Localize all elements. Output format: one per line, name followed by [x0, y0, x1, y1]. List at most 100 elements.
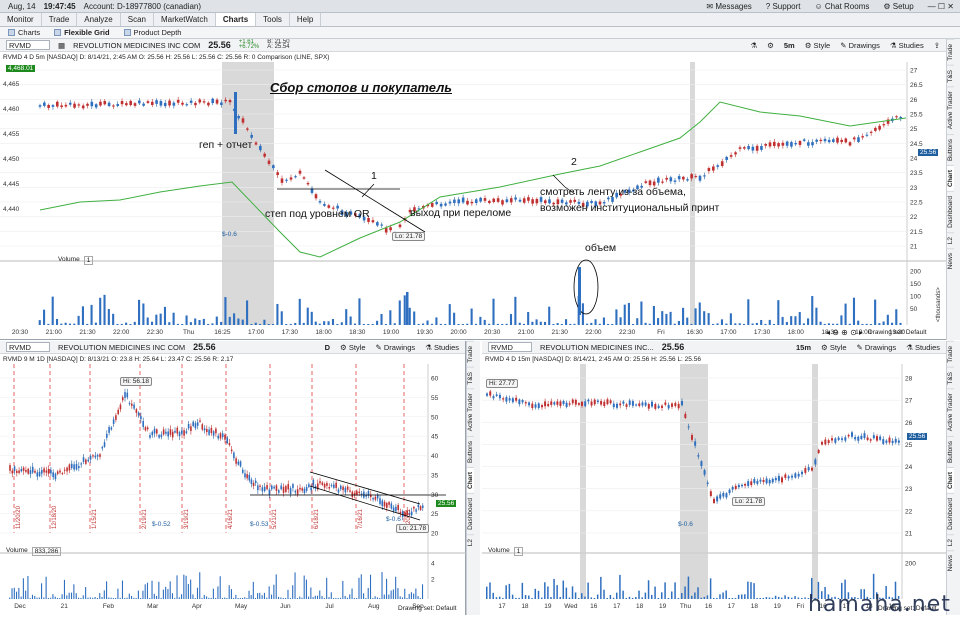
messages-button[interactable]: ✉ Messages [706, 2, 751, 11]
br-side-tab-chart[interactable]: Chart [947, 466, 954, 493]
tab-trade[interactable]: Trade [42, 13, 78, 26]
br-side-tab-trade[interactable]: Trade [947, 341, 954, 367]
top-candle [55, 101, 59, 107]
br-side-tab-news[interactable]: News [947, 549, 954, 576]
bl-volume-bar [372, 597, 374, 599]
tab-help[interactable]: Help [290, 13, 322, 26]
top-volume-bar [764, 323, 767, 325]
chat-rooms-button[interactable]: ☺ Chat Rooms [815, 2, 870, 11]
period-selector[interactable]: 5m [784, 41, 795, 50]
link-icon[interactable]: ▦ [58, 41, 65, 50]
top-volume-bar [86, 323, 89, 325]
bl-side-tab-ts[interactable]: T&S [467, 366, 474, 389]
support-label: Support [772, 1, 801, 11]
subtab-product-depth[interactable]: Product Depth [123, 28, 181, 37]
br-candle [844, 437, 847, 441]
br-candle [515, 397, 518, 401]
br-candle [821, 441, 823, 445]
br-chart-svg[interactable]: 28 27 26 25 24 23 22 21 200 17 18 19 Wed 16 17 18 19 Thu 1… [482, 364, 946, 615]
tab-marketwatch[interactable]: MarketWatch [154, 13, 216, 26]
br-style-menu[interactable]: ⚙ Style [821, 343, 847, 352]
bl-info-line: RVMD 9 M 1D [NASDAQ] D: 8/13/21 O: 23.8 … [3, 355, 234, 363]
br-studies-menu[interactable]: ⚗ Studies [906, 343, 940, 352]
bl-side-tab-chart[interactable]: Chart [467, 466, 474, 493]
br-volume-bar [521, 582, 524, 599]
top-volume-bar [181, 323, 184, 325]
top-candle [259, 145, 262, 151]
br-side-tab-l2[interactable]: L2 [947, 533, 954, 550]
drawings-menu[interactable]: ✎ Drawings [840, 41, 880, 50]
bl-side-tab-l2[interactable]: L2 [467, 533, 474, 550]
bl-candle [390, 503, 393, 509]
bl-drawing-set-label[interactable]: Drawing set: Default [398, 605, 457, 612]
br-side-tab-buttons[interactable]: Buttons [947, 435, 954, 467]
top-volume-bar [836, 323, 839, 325]
style-menu[interactable]: ⚙ Style [805, 41, 831, 50]
br-drawings-menu[interactable]: ✎ Drawings [857, 343, 897, 352]
side-tab-buttons[interactable]: Buttons [947, 133, 954, 165]
bl-studies-menu[interactable]: ⚗ Studies [425, 343, 459, 352]
top-candle [267, 160, 271, 164]
side-tab-chart[interactable]: Chart [947, 164, 954, 191]
bl-last-price-tag: 25.56 [436, 500, 457, 507]
symbol-input[interactable]: RVMD [6, 40, 50, 50]
br-candle [619, 403, 622, 406]
side-tab-ts[interactable]: T&S [947, 64, 954, 87]
br-side-tab-active-trader[interactable]: Active Trader [947, 388, 954, 436]
bl-volume-bar [388, 594, 390, 599]
br-period-selector[interactable]: 15m [796, 343, 811, 352]
support-button[interactable]: ? Support [766, 2, 801, 11]
bl-candle [13, 466, 16, 471]
tab-monitor[interactable]: Monitor [0, 13, 42, 26]
side-tab-l2[interactable]: L2 [947, 231, 954, 248]
br-side-tab-dashboard[interactable]: Dashboard [947, 492, 954, 534]
subtab-charts[interactable]: Charts [8, 28, 40, 37]
top-x-tick-label: 21:00 [518, 329, 535, 336]
drawing-set-label[interactable]: Drawing set: Default [868, 329, 927, 336]
zoom-controls[interactable]: ◂ ⊖ ⊕ ⊙ ▸ [826, 328, 863, 337]
bl-volume-bar [108, 597, 110, 599]
volume-highlight-ellipse [573, 259, 599, 315]
window-controls[interactable]: — ☐ ✕ [928, 2, 954, 11]
br-symbol-input[interactable]: RVMD [488, 342, 532, 352]
bl-volume-bar [78, 597, 80, 599]
bl-side-tab-active-trader[interactable]: Active Trader [467, 388, 474, 436]
br-candle [716, 496, 719, 502]
top-chart-svg[interactable]: 2726.52625.52524.52423.52322.52221.52120… [0, 62, 946, 340]
tab-tools[interactable]: Tools [256, 13, 290, 26]
bl-style-menu[interactable]: ⚙ Style [340, 343, 366, 352]
gear-icon[interactable]: ⚙ [767, 41, 774, 50]
account-label[interactable]: Account: D-18977800 (canadian) [84, 2, 201, 11]
bl-volume-bar [261, 595, 263, 599]
side-tab-dashboard[interactable]: Dashboard [947, 190, 954, 232]
bl-symbol-input[interactable]: RVMD [6, 342, 50, 352]
top-volume-bar [362, 323, 365, 325]
flask-icon[interactable]: ⚗ [750, 41, 757, 50]
studies-menu[interactable]: ⚗ Studies [890, 41, 924, 50]
bl-chart-svg[interactable]: 60555045403530252042Dec 21 Feb Mar Apr May Jun… [0, 364, 466, 615]
side-tab-trade[interactable]: Trade [947, 39, 954, 65]
bl-volume-bar [128, 593, 130, 599]
bl-period-selector[interactable]: D [325, 343, 330, 352]
tab-charts[interactable]: Charts [215, 13, 257, 26]
bl-volume-bar [292, 585, 294, 599]
share-icon[interactable]: ⇪ [934, 41, 940, 50]
bl-drawings-menu[interactable]: ✎ Drawings [376, 343, 416, 352]
bl-side-tab-buttons[interactable]: Buttons [467, 435, 474, 467]
volume-value: 1 [83, 256, 94, 265]
top-volume-bar [159, 313, 162, 325]
bl-volume-bar [99, 593, 101, 599]
tab-analyze[interactable]: Analyze [77, 13, 121, 26]
tab-scan[interactable]: Scan [121, 13, 154, 26]
top-volume-bar [403, 295, 406, 325]
top-volume-bar [751, 323, 754, 325]
subtab-flexible-grid[interactable]: Flexible Grid [54, 28, 110, 37]
br-candle [834, 438, 837, 443]
bl-side-tab-trade[interactable]: Trade [467, 341, 474, 367]
br-side-tab-ts[interactable]: T&S [947, 366, 954, 389]
top-x-tick-label: 22:30 [619, 329, 636, 336]
bl-side-tab-dashboard[interactable]: Dashboard [467, 492, 474, 534]
side-tab-active-trader[interactable]: Active Trader [947, 86, 954, 134]
side-tab-news[interactable]: News [947, 247, 954, 274]
setup-button[interactable]: ⚙ Setup [883, 2, 913, 11]
